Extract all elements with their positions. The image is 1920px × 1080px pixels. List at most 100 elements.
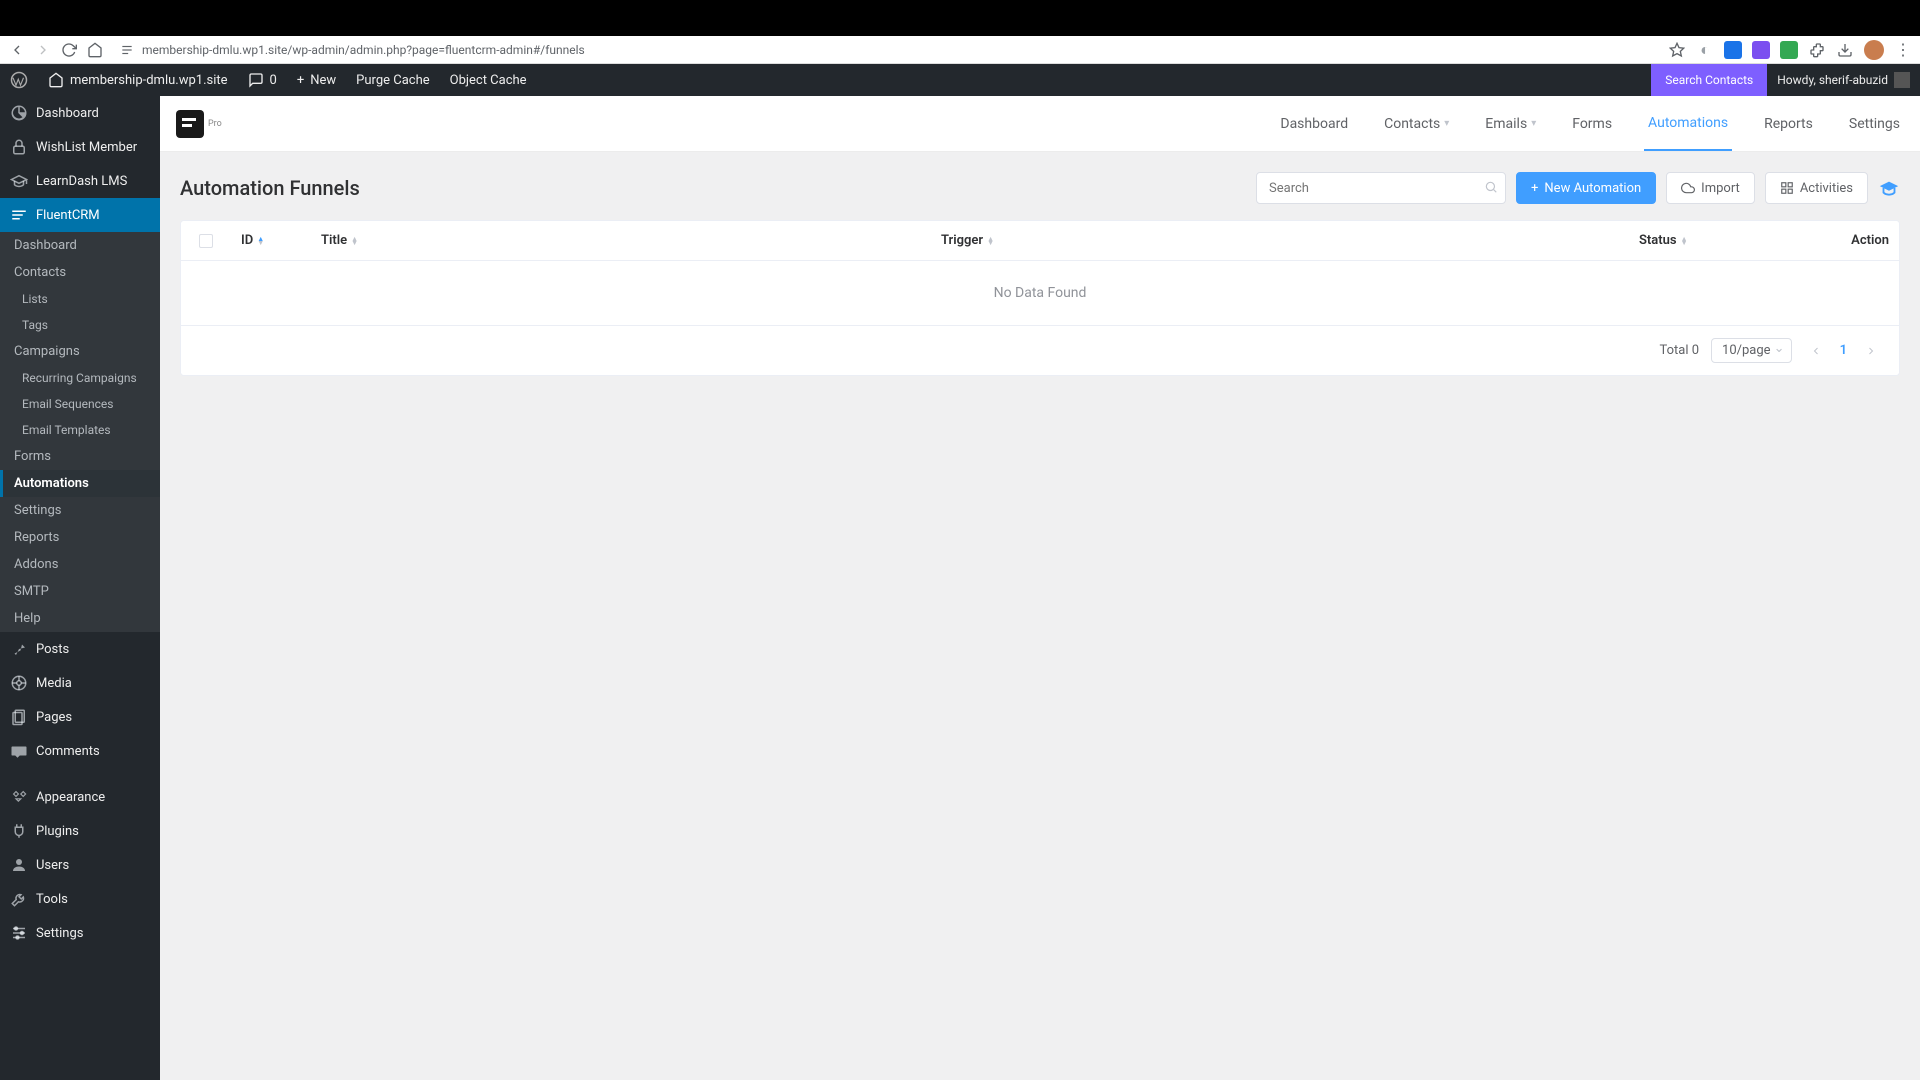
browser-forward-button[interactable] <box>34 41 52 59</box>
id-column-header[interactable]: ID ▲▼ <box>231 221 311 260</box>
submenu-campaigns[interactable]: Campaigns <box>0 338 160 365</box>
select-all-checkbox[interactable] <box>199 234 213 248</box>
th-label: Status <box>1639 233 1677 248</box>
sidebar-label: Appearance <box>36 790 105 805</box>
browser-back-button[interactable] <box>8 41 26 59</box>
wp-account-menu[interactable]: Howdy, sherif-abuzid <box>1767 72 1920 88</box>
sidebar-item-learndash[interactable]: LearnDash LMS <box>0 164 160 198</box>
pagination-next[interactable] <box>1859 345 1883 357</box>
sidebar-label: Dashboard <box>36 106 99 121</box>
wp-comments-count: 0 <box>270 73 277 88</box>
extension-icon-4[interactable] <box>1780 41 1798 59</box>
comments-icon <box>10 742 28 760</box>
action-column-header: Action <box>1779 221 1899 260</box>
wp-logo-menu[interactable] <box>0 64 38 96</box>
extension-icon-2[interactable] <box>1724 41 1742 59</box>
wp-new-label: New <box>310 73 336 88</box>
no-data-message: No Data Found <box>181 261 1899 325</box>
submenu-settings[interactable]: Settings <box>0 497 160 524</box>
sidebar-item-fluentcrm[interactable]: FluentCRM <box>0 198 160 232</box>
fc-nav-label: Emails <box>1485 116 1527 132</box>
extension-icon-3[interactable] <box>1752 41 1770 59</box>
fluentcrm-topbar: Pro Dashboard Contacts ▾ Emails ▾ Forms … <box>160 96 1920 152</box>
submenu-reports[interactable]: Reports <box>0 524 160 551</box>
wp-site-name[interactable]: membership-dmlu.wp1.site <box>38 64 238 96</box>
submenu-templates[interactable]: Email Templates <box>0 417 160 443</box>
fluentcrm-logo[interactable] <box>176 110 204 138</box>
page-size-select[interactable]: 10/page <box>1711 338 1792 363</box>
new-automation-button[interactable]: + New Automation <box>1516 172 1656 204</box>
plus-icon: + <box>1531 181 1538 196</box>
extensions-puzzle-icon[interactable] <box>1808 41 1826 59</box>
submenu-addons[interactable]: Addons <box>0 551 160 578</box>
status-column-header[interactable]: Status ▲▼ <box>1629 221 1779 260</box>
search-contacts-label: Search Contacts <box>1665 73 1753 87</box>
browser-home-button[interactable] <box>86 41 104 59</box>
wp-site-name-text: membership-dmlu.wp1.site <box>70 73 228 88</box>
wp-comments-menu[interactable]: 0 <box>238 64 287 96</box>
submenu-forms[interactable]: Forms <box>0 443 160 470</box>
fc-nav-label: Contacts <box>1384 116 1440 132</box>
submenu-recurring[interactable]: Recurring Campaigns <box>0 365 160 391</box>
purge-cache-label: Purge Cache <box>356 73 429 88</box>
fc-nav-reports[interactable]: Reports <box>1760 98 1817 150</box>
extension-icon-1[interactable]: ◐ <box>1696 41 1714 59</box>
submenu-smtp[interactable]: SMTP <box>0 578 160 605</box>
submenu-lists[interactable]: Lists <box>0 286 160 312</box>
sidebar-label: Plugins <box>36 824 79 839</box>
submenu-contacts[interactable]: Contacts <box>0 259 160 286</box>
select-all-column[interactable] <box>181 221 231 260</box>
browser-menu-icon[interactable]: ⋮ <box>1894 41 1912 59</box>
submenu-dashboard[interactable]: Dashboard <box>0 232 160 259</box>
th-label: Trigger <box>941 233 983 248</box>
automation-table: ID ▲▼ Title ▲▼ Trigger ▲▼ Status ▲▼ <box>180 220 1900 376</box>
downloads-icon[interactable] <box>1836 41 1854 59</box>
wp-purge-cache[interactable]: Purge Cache <box>346 64 439 96</box>
fc-nav-settings[interactable]: Settings <box>1845 98 1904 150</box>
sidebar-item-pages[interactable]: Pages <box>0 700 160 734</box>
sidebar-item-appearance[interactable]: Appearance <box>0 780 160 814</box>
title-column-header[interactable]: Title ▲▼ <box>311 221 931 260</box>
activities-button[interactable]: Activities <box>1765 172 1868 204</box>
submenu-help[interactable]: Help <box>0 605 160 632</box>
browser-url-bar[interactable]: membership-dmlu.wp1.site/wp-admin/admin.… <box>112 43 1660 57</box>
wp-object-cache[interactable]: Object Cache <box>440 64 537 96</box>
howdy-text: Howdy, sherif-abuzid <box>1777 73 1888 87</box>
search-input[interactable] <box>1256 172 1506 204</box>
main-content: Pro Dashboard Contacts ▾ Emails ▾ Forms … <box>160 96 1920 1080</box>
import-button[interactable]: Import <box>1666 172 1755 204</box>
search-contacts-button[interactable]: Search Contacts <box>1651 64 1767 96</box>
fc-nav-forms[interactable]: Forms <box>1568 98 1616 150</box>
fc-nav-dashboard[interactable]: Dashboard <box>1276 98 1352 150</box>
sidebar-item-posts[interactable]: Posts <box>0 632 160 666</box>
wp-new-menu[interactable]: + New <box>287 64 346 96</box>
search-icon[interactable] <box>1484 180 1498 194</box>
fc-nav-automations[interactable]: Automations <box>1644 97 1732 151</box>
trigger-column-header[interactable]: Trigger ▲▼ <box>931 221 1629 260</box>
submenu-tags[interactable]: Tags <box>0 312 160 338</box>
sidebar-item-comments[interactable]: Comments <box>0 734 160 768</box>
fc-nav-emails[interactable]: Emails ▾ <box>1481 98 1540 150</box>
sidebar-item-tools[interactable]: Tools <box>0 882 160 916</box>
submenu-sequences[interactable]: Email Sequences <box>0 391 160 417</box>
pages-icon <box>10 708 28 726</box>
media-icon <box>10 674 28 692</box>
browser-profile-avatar[interactable] <box>1864 40 1884 60</box>
flag-button[interactable] <box>1878 177 1900 199</box>
fc-nav-contacts[interactable]: Contacts ▾ <box>1380 98 1453 150</box>
sidebar-item-dashboard[interactable]: Dashboard <box>0 96 160 130</box>
chevron-down-icon: ▾ <box>1531 118 1536 129</box>
tools-icon <box>10 890 28 908</box>
bookmark-star-icon[interactable] <box>1668 41 1686 59</box>
sidebar-item-settings[interactable]: Settings <box>0 916 160 950</box>
appearance-icon <box>10 788 28 806</box>
pagination-current[interactable]: 1 <box>1840 343 1847 358</box>
browser-reload-button[interactable] <box>60 41 78 59</box>
submenu-automations[interactable]: Automations <box>0 470 160 497</box>
sidebar-item-plugins[interactable]: Plugins <box>0 814 160 848</box>
sidebar-item-users[interactable]: Users <box>0 848 160 882</box>
search-box <box>1256 172 1506 204</box>
sidebar-item-media[interactable]: Media <box>0 666 160 700</box>
pagination-prev[interactable] <box>1804 345 1828 357</box>
sidebar-item-wishlist[interactable]: WishList Member <box>0 130 160 164</box>
